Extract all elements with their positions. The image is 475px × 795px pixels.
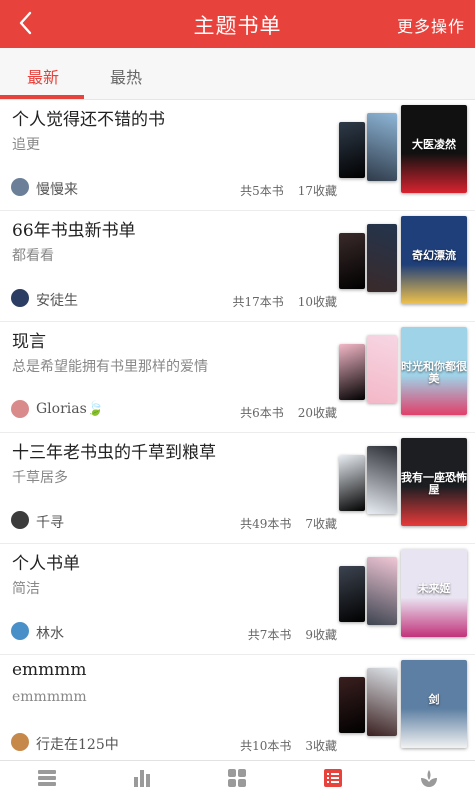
cover-title: 我有一座恐怖屋 [401,471,467,496]
avatar[interactable] [11,178,29,196]
book-cover [339,677,365,733]
booklist-title: 现言 [12,332,46,352]
booklist-description: 追更 [12,137,40,153]
booklist-icon [324,769,342,787]
book-cover [339,233,365,289]
favorite-count: 3收藏 [305,739,337,753]
booklist-stats: 共17本书 10收藏 [232,293,337,310]
book-cover: 时光和你都很美 [401,327,467,415]
book-cover: 未来姬 [401,549,467,637]
cover-title: 未来姬 [417,582,451,595]
tab-hottest[interactable]: 最热 [110,64,142,88]
bookshelf-icon [38,770,56,786]
book-cover [339,455,365,511]
category-icon [228,769,246,787]
booklist-stats: 共6本书 20收藏 [240,404,337,421]
ranking-icon [134,770,150,787]
book-cover [367,335,397,403]
book-cover [339,344,365,400]
favorite-count: 9收藏 [305,628,337,642]
nav-bookshelf[interactable] [36,767,58,789]
book-cover: 大医凌然 [401,105,467,193]
author-name[interactable]: 行走在125中 [36,734,119,754]
author-name[interactable]: 千寻 [36,512,64,532]
favorite-count: 17收藏 [297,184,337,198]
cover-stack: 大医凌然 [339,100,467,211]
nav-booklist[interactable] [322,767,344,789]
booklist-item[interactable]: 现言 总是希望能拥有书里那样的爱情 Glorias🍃 共6本书 20收藏 时光和你… [0,322,475,433]
nav-ranking[interactable] [131,767,153,789]
cover-stack: 未来姬 [339,544,467,655]
tab-newest[interactable]: 最新 [27,64,59,88]
book-count: 共17本书 [232,295,284,309]
book-cover [339,566,365,622]
booklist-item[interactable]: emmmm emmmmm 行走在125中 共10本书 3收藏 剑 [0,655,475,766]
booklist-item[interactable]: 十三年老书虫的千草到粮草 千草居多 千寻 共49本书 7收藏 我有一座恐怖屋 [0,433,475,544]
avatar[interactable] [11,289,29,307]
booklist-title: 个人书单 [12,554,80,574]
booklist-item[interactable]: 66年书虫新书单 都看看 安徒生 共17本书 10收藏 奇幻漂流 [0,211,475,322]
book-count: 共7本书 [247,628,292,642]
booklist-stats: 共10本书 3收藏 [240,737,337,754]
author-name[interactable]: 安徒生 [36,290,78,310]
cover-title: 时光和你都很美 [401,360,467,385]
book-cover [339,122,365,178]
booklist-title: 66年书虫新书单 [12,221,136,241]
book-count: 共5本书 [240,184,284,198]
book-cover [367,668,397,736]
book-cover [367,224,397,292]
top-bar: 主题书单 更多操作 [0,0,475,48]
cover-stack: 奇幻漂流 [339,211,467,322]
cover-stack: 我有一座恐怖屋 [339,433,467,544]
book-count: 共6本书 [240,406,284,420]
cover-title: 大医凌然 [412,138,456,151]
booklist-title: 个人觉得还不错的书 [12,110,165,130]
booklist-stats: 共5本书 17收藏 [240,182,337,199]
avatar[interactable] [11,622,29,640]
favorite-count: 20收藏 [297,406,337,420]
booklist-title: 十三年老书虫的千草到粮草 [12,443,216,463]
booklist-stats: 共49本书 7收藏 [240,515,337,532]
nav-category[interactable] [226,767,248,789]
avatar[interactable] [11,511,29,529]
tab-bar: 最新 最热 [0,48,475,100]
active-tab-indicator [0,95,84,99]
book-count: 共49本书 [240,517,292,531]
author-name[interactable]: Glorias🍃 [36,401,104,417]
author-name[interactable]: 林水 [36,623,64,643]
booklist-description: 总是希望能拥有书里那样的爱情 [12,359,208,375]
booklist-description: 都看看 [12,248,54,264]
book-cover: 奇幻漂流 [401,216,467,304]
booklist-description: 简洁 [12,581,40,597]
favorite-count: 7收藏 [305,517,337,531]
booklist-stats: 共7本书 9收藏 [248,626,337,643]
cover-stack: 剑 [339,655,467,766]
book-cover [367,557,397,625]
booklist-description: emmmmm [12,689,87,705]
avatar[interactable] [11,400,29,418]
favorite-count: 10收藏 [297,295,337,309]
more-actions-button[interactable]: 更多操作 [397,13,465,37]
discover-icon [421,770,437,787]
book-cover [367,446,397,514]
cover-title: 奇幻漂流 [412,249,456,262]
book-cover [367,113,397,181]
booklist-item[interactable]: 个人书单 简洁 林水 共7本书 9收藏 未来姬 [0,544,475,655]
avatar[interactable] [11,733,29,751]
book-cover: 我有一座恐怖屋 [401,438,467,526]
nav-discover[interactable] [418,767,440,789]
booklist-item[interactable]: 个人觉得还不错的书 追更 慢慢来 共5本书 17收藏 大医凌然 [0,100,475,211]
book-cover: 剑 [401,660,467,748]
bottom-navigation [0,760,475,795]
booklist-description: 千草居多 [12,470,68,486]
author-name[interactable]: 慢慢来 [36,179,78,199]
cover-title: 剑 [428,693,440,706]
cover-stack: 时光和你都很美 [339,322,467,433]
book-count: 共10本书 [240,739,292,753]
booklist-title: emmmm [12,660,87,680]
